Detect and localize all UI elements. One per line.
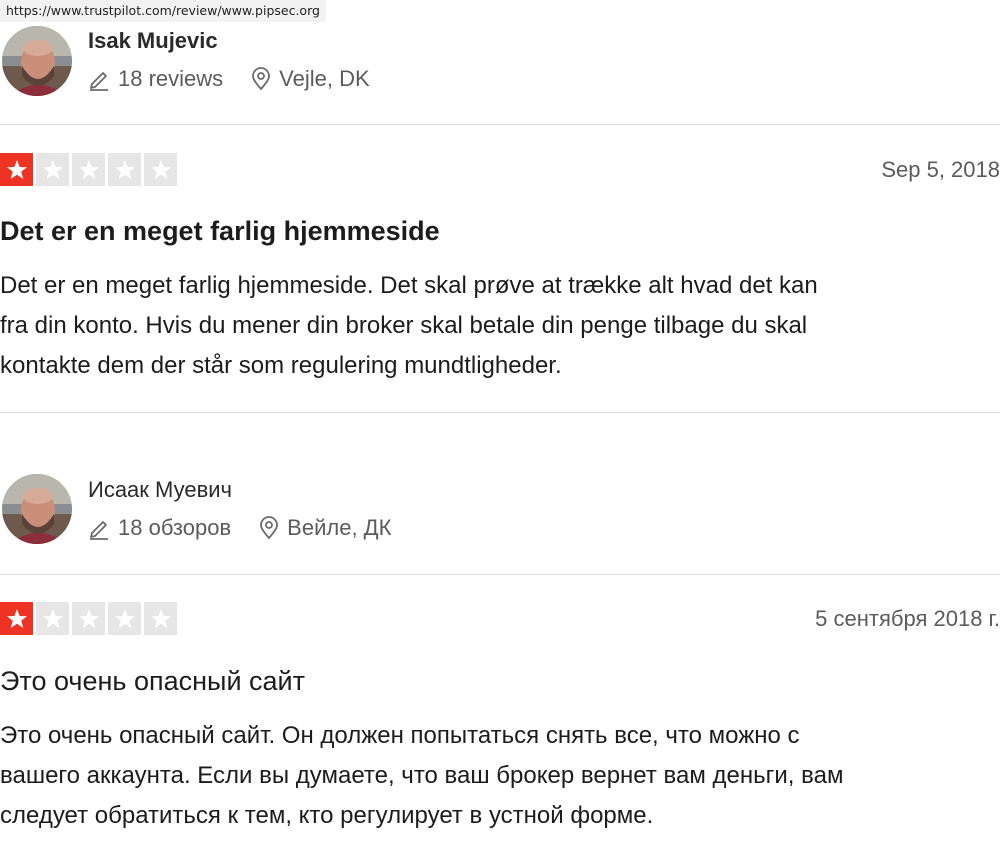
review-title[interactable]: Это очень опасный сайт <box>0 666 305 697</box>
review-body-line: fra din konto. Hvis du mener din broker … <box>0 312 808 339</box>
review-count: 18 reviews <box>118 66 224 91</box>
reviewer-meta: 18 обзоров Вейле, ДК <box>88 515 391 541</box>
star-empty <box>72 602 105 635</box>
review-count: 18 обзоров <box>118 515 232 540</box>
location-pin-icon <box>251 67 271 91</box>
star-empty <box>72 153 105 186</box>
star-icon <box>6 608 27 628</box>
divider <box>0 574 1000 575</box>
location: Вейле, ДК <box>287 515 392 540</box>
star-icon <box>42 608 63 628</box>
star-icon <box>150 159 171 179</box>
star-icon <box>78 608 99 628</box>
location-pin-icon <box>259 516 279 540</box>
star-icon <box>78 159 99 179</box>
avatar[interactable] <box>2 474 72 544</box>
review-title[interactable]: Det er en meget farlig hjemmeside <box>0 216 440 247</box>
url-label: https://www.trustpilot.com/review/www.pi… <box>0 0 326 22</box>
review-card: Исаак Муевич 18 обзоров Вейле, ДК 5 сент… <box>0 448 1000 868</box>
star-empty <box>36 153 69 186</box>
location: Vejle, DK <box>279 66 370 91</box>
review-date: 5 сентября 2018 г. <box>815 606 1000 631</box>
star-icon <box>42 159 63 179</box>
reviewer-meta: 18 reviews Vejle, DK <box>88 66 370 92</box>
star-rating <box>0 153 177 186</box>
star-rating <box>0 602 177 635</box>
pencil-icon <box>88 516 110 540</box>
reviewer-name[interactable]: Isak Mujevic <box>88 28 218 54</box>
review-body-line: Det er en meget farlig hjemmeside. Det s… <box>0 272 818 299</box>
review-body: Это очень опасный сайт. Он должен попыта… <box>0 716 1000 836</box>
star-empty <box>36 602 69 635</box>
star-filled <box>0 602 33 635</box>
avatar[interactable] <box>2 26 72 96</box>
star-icon <box>150 608 171 628</box>
review-body-line: вашего аккаунта. Если вы думаете, что ва… <box>0 762 844 789</box>
review-card: Isak Mujevic 18 reviews Vejle, DK Sep 5,… <box>0 0 1000 420</box>
star-empty <box>144 153 177 186</box>
star-empty <box>144 602 177 635</box>
divider <box>0 412 1000 413</box>
review-date: Sep 5, 2018 <box>881 157 1000 182</box>
pencil-icon <box>88 67 110 91</box>
review-body-line: kontakte dem der står som regulering mun… <box>0 352 562 379</box>
star-icon <box>114 159 135 179</box>
star-empty <box>108 602 141 635</box>
star-filled <box>0 153 33 186</box>
star-empty <box>108 153 141 186</box>
review-body: Det er en meget farlig hjemmeside. Det s… <box>0 266 1000 386</box>
review-body-line: Это очень опасный сайт. Он должен попыта… <box>0 722 800 749</box>
star-icon <box>114 608 135 628</box>
review-body-line: следует обратиться к тем, кто регулирует… <box>0 802 654 829</box>
divider <box>0 124 1000 125</box>
star-icon <box>6 159 27 179</box>
reviewer-name[interactable]: Исаак Муевич <box>88 477 232 503</box>
